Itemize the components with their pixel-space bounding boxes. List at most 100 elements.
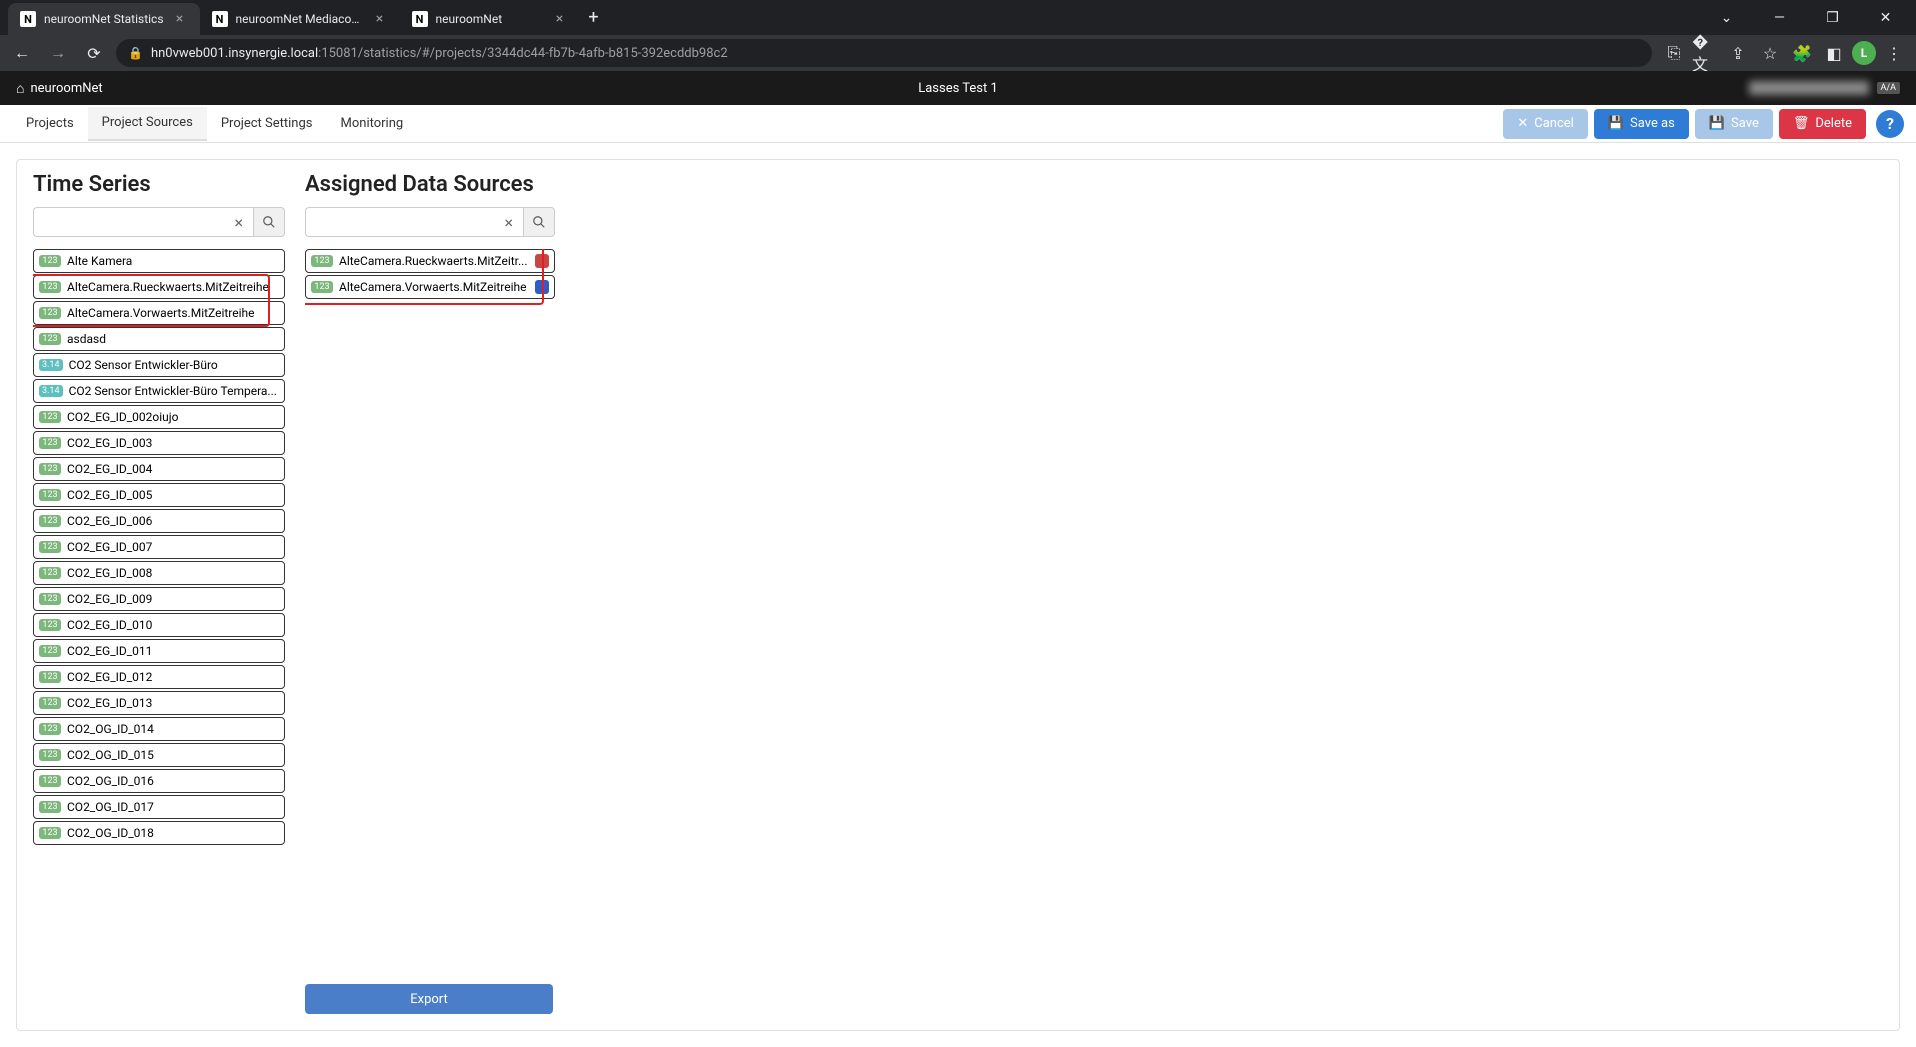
toolbar-tab[interactable]: Monitoring xyxy=(327,107,418,141)
address-bar: ← → ⟳ 🔒 hn0vweb001.insynergie.local:1508… xyxy=(0,35,1916,71)
home-link[interactable]: ⌂ neuroomNet xyxy=(16,80,103,97)
sidebar-icon[interactable]: ◧ xyxy=(1820,39,1848,67)
time-series-item[interactable]: 123 Alte Kamera xyxy=(33,249,285,273)
dropdown-icon[interactable]: ⌄ xyxy=(1704,3,1749,33)
time-series-item[interactable]: 123 CO2_OG_ID_014 xyxy=(33,717,285,741)
item-label: CO2_EG_ID_005 xyxy=(67,488,279,502)
time-series-item[interactable]: 123 CO2_OG_ID_018 xyxy=(33,821,285,845)
time-series-item[interactable]: 123 CO2_EG_ID_006 xyxy=(33,509,285,533)
time-series-item[interactable]: 123 CO2_EG_ID_005 xyxy=(33,483,285,507)
time-series-item[interactable]: 3.14 CO2 Sensor Entwickler-Büro xyxy=(33,353,285,377)
time-series-item[interactable]: 123 AlteCamera.Rueckwaerts.MitZeitreihe xyxy=(33,275,285,299)
type-badge: 3.14 xyxy=(39,359,63,371)
lock-icon: 🔒 xyxy=(128,46,143,60)
time-series-item[interactable]: 123 CO2_EG_ID_012 xyxy=(33,665,285,689)
type-badge: 3.14 xyxy=(39,385,63,397)
assigned-list[interactable]: 123 AlteCamera.Rueckwaerts.MitZeitr... 1… xyxy=(305,249,555,309)
item-label: CO2_EG_ID_010 xyxy=(67,618,279,632)
clear-search-icon[interactable]: × xyxy=(230,213,247,232)
save-button[interactable]: 💾 Save xyxy=(1695,109,1773,139)
type-badge: 123 xyxy=(311,255,333,267)
install-icon[interactable]: ⎘ xyxy=(1660,39,1688,67)
type-badge: 123 xyxy=(39,775,61,787)
time-series-item[interactable]: 123 CO2_EG_ID_013 xyxy=(33,691,285,715)
item-label: AlteCamera.Rueckwaerts.MitZeitr... xyxy=(339,254,529,268)
minimize-button[interactable]: — xyxy=(1757,3,1802,33)
time-series-item[interactable]: 123 CO2_OG_ID_017 xyxy=(33,795,285,819)
item-label: Alte Kamera xyxy=(67,254,279,268)
home-icon: ⌂ xyxy=(16,80,24,97)
assigned-item[interactable]: 123 AlteCamera.Vorwaerts.MitZeitreihe xyxy=(305,275,555,299)
time-series-item[interactable]: 123 CO2_EG_ID_011 xyxy=(33,639,285,663)
color-chip[interactable] xyxy=(535,280,549,294)
back-button[interactable]: ← xyxy=(8,39,36,67)
forward-button[interactable]: → xyxy=(44,39,72,67)
type-badge: 123 xyxy=(39,489,61,501)
item-label: CO2_OG_ID_017 xyxy=(67,800,279,814)
assigned-search-button[interactable] xyxy=(523,207,555,237)
color-chip[interactable] xyxy=(535,254,549,268)
item-label: CO2_EG_ID_009 xyxy=(67,592,279,606)
assigned-item[interactable]: 123 AlteCamera.Rueckwaerts.MitZeitr... xyxy=(305,249,555,273)
type-badge: 123 xyxy=(39,671,61,683)
browser-tab[interactable]: N neuroomNet Mediacontrol × xyxy=(200,3,400,35)
cancel-button[interactable]: ✕ Cancel xyxy=(1503,109,1587,139)
time-series-item[interactable]: 123 CO2_EG_ID_008 xyxy=(33,561,285,585)
browser-tab[interactable]: N neuroomNet × xyxy=(400,3,580,35)
time-series-item[interactable]: 123 CO2_EG_ID_010 xyxy=(33,613,285,637)
time-series-search-button[interactable] xyxy=(253,207,285,237)
delete-button[interactable]: 🗑 Delete xyxy=(1779,109,1866,139)
help-button[interactable]: ? xyxy=(1876,110,1904,138)
toolbar-tab[interactable]: Projects xyxy=(12,107,88,141)
save-as-button[interactable]: 💾 Save as xyxy=(1594,109,1689,139)
time-series-item[interactable]: 123 asdasd xyxy=(33,327,285,351)
reload-button[interactable]: ⟳ xyxy=(80,39,108,67)
time-series-item[interactable]: 123 CO2_EG_ID_002oiujo xyxy=(33,405,285,429)
menu-icon[interactable]: ⋮ xyxy=(1880,39,1908,67)
new-tab-button[interactable]: + xyxy=(580,4,608,32)
lang-badge[interactable]: A/A xyxy=(1877,82,1900,94)
type-badge: 123 xyxy=(39,749,61,761)
time-series-item[interactable]: 123 CO2_EG_ID_004 xyxy=(33,457,285,481)
translate-icon[interactable]: �文 xyxy=(1692,39,1720,67)
toolbar-tab[interactable]: Project Settings xyxy=(207,107,327,141)
time-series-item[interactable]: 123 CO2_EG_ID_007 xyxy=(33,535,285,559)
close-window-button[interactable]: ✕ xyxy=(1863,3,1908,33)
time-series-item[interactable]: 123 CO2_EG_ID_003 xyxy=(33,431,285,455)
browser-tab[interactable]: N neuroomNet Statistics × xyxy=(8,3,200,35)
time-series-item[interactable]: 123 CO2_OG_ID_015 xyxy=(33,743,285,767)
time-series-item[interactable]: 3.14 CO2 Sensor Entwickler-Büro Tempera.… xyxy=(33,379,285,403)
tab-title: neuroomNet xyxy=(436,12,544,26)
tab-title: neuroomNet Mediacontrol xyxy=(236,12,364,26)
clear-search-icon[interactable]: × xyxy=(500,213,517,232)
maximize-button[interactable]: ❐ xyxy=(1810,3,1855,33)
window-controls: ⌄ — ❐ ✕ xyxy=(1704,3,1908,33)
tab-close-icon[interactable]: × xyxy=(552,11,568,27)
time-series-list[interactable]: 123 Alte Kamera 123 AlteCamera.Rueckwaer… xyxy=(33,249,285,1014)
app-header: ⌂ neuroomNet Lasses Test 1 A/A xyxy=(0,71,1916,105)
tab-favicon: N xyxy=(20,11,36,27)
type-badge: 123 xyxy=(39,801,61,813)
export-button[interactable]: Export xyxy=(305,984,553,1014)
toolbar-tab[interactable]: Project Sources xyxy=(88,107,207,141)
time-series-item[interactable]: 123 AlteCamera.Vorwaerts.MitZeitreihe xyxy=(33,301,285,325)
assigned-sources-panel: Assigned Data Sources × 123 AlteCamera.R… xyxy=(305,172,555,1014)
time-series-title: Time Series xyxy=(33,172,285,197)
share-icon[interactable]: ⇪ xyxy=(1724,39,1752,67)
tab-close-icon[interactable]: × xyxy=(372,11,388,27)
url-text: hn0vweb001.insynergie.local:15081/statis… xyxy=(151,46,1640,61)
url-box[interactable]: 🔒 hn0vweb001.insynergie.local:15081/stat… xyxy=(116,39,1652,67)
time-series-item[interactable]: 123 CO2_OG_ID_016 xyxy=(33,769,285,793)
item-label: CO2_OG_ID_018 xyxy=(67,826,279,840)
type-badge: 123 xyxy=(39,333,61,345)
extensions-icon[interactable]: 🧩 xyxy=(1788,39,1816,67)
main-content: Time Series × 123 Alte Kamera 123 AlteCa… xyxy=(0,143,1916,1047)
assigned-search-input[interactable] xyxy=(312,215,500,230)
item-label: CO2_EG_ID_002oiujo xyxy=(67,410,279,424)
profile-avatar[interactable]: L xyxy=(1852,41,1876,65)
time-series-panel: Time Series × 123 Alte Kamera 123 AlteCa… xyxy=(33,172,285,1014)
time-series-search-input[interactable] xyxy=(40,215,230,230)
bookmark-icon[interactable]: ☆ xyxy=(1756,39,1784,67)
tab-close-icon[interactable]: × xyxy=(172,11,188,27)
time-series-item[interactable]: 123 CO2_EG_ID_009 xyxy=(33,587,285,611)
